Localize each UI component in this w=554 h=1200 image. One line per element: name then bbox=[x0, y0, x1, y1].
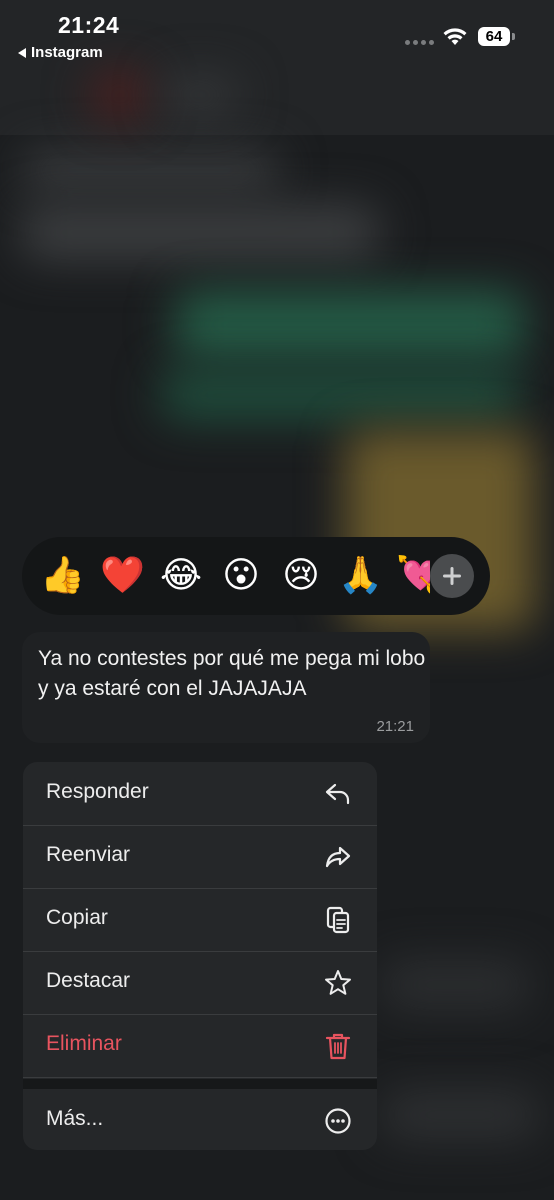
menu-item-forward[interactable]: Reenviar bbox=[23, 825, 377, 889]
back-arrow-icon bbox=[18, 47, 26, 58]
message-text: Ya no contestes por qué me pega mi lobo … bbox=[38, 647, 426, 700]
reaction-heart[interactable]: ❤️ bbox=[100, 553, 145, 597]
back-app-label: Instagram bbox=[31, 44, 103, 61]
reaction-crying[interactable]: 😢 bbox=[279, 553, 323, 597]
more-icon bbox=[325, 1108, 351, 1134]
menu-item-delete[interactable]: Eliminar bbox=[23, 1014, 377, 1078]
reaction-laughing[interactable]: 😂 bbox=[159, 553, 203, 597]
menu-item-reply[interactable]: Responder bbox=[23, 762, 377, 826]
blurred-bubble bbox=[20, 205, 380, 260]
trash-icon bbox=[325, 1033, 351, 1060]
menu-item-label: Reenviar bbox=[46, 843, 131, 866]
menu-item-more[interactable]: Más... bbox=[23, 1089, 377, 1150]
blurred-bubble bbox=[175, 290, 525, 360]
forward-icon bbox=[325, 846, 351, 868]
status-time: 21:24 bbox=[58, 12, 120, 38]
menu-item-label: Destacar bbox=[46, 969, 131, 992]
star-icon bbox=[325, 970, 351, 995]
message-bubble[interactable]: Ya no contestes por qué me pega mi lobo … bbox=[22, 632, 430, 743]
wifi-icon bbox=[443, 28, 467, 45]
cellular-signal-icon bbox=[405, 40, 434, 45]
battery-tip bbox=[512, 33, 515, 40]
blurred-bubble bbox=[380, 1090, 540, 1140]
message-context-menu: Responder Reenviar Copiar Destacar Elimi… bbox=[23, 762, 377, 1150]
menu-item-label: Eliminar bbox=[46, 1032, 122, 1055]
blurred-bubble bbox=[20, 150, 280, 190]
menu-item-label: Responder bbox=[46, 780, 149, 803]
copy-icon bbox=[326, 906, 350, 934]
message-timestamp: 21:21 bbox=[376, 718, 414, 735]
reaction-surprised[interactable]: 😮 bbox=[219, 553, 263, 597]
back-to-app-link[interactable]: Instagram bbox=[18, 44, 103, 61]
battery-indicator: 64 bbox=[478, 27, 510, 46]
blurred-bubble bbox=[380, 960, 530, 1010]
menu-item-label: Más... bbox=[46, 1107, 104, 1130]
reaction-pray[interactable]: 🙏 bbox=[338, 553, 383, 597]
menu-item-copy[interactable]: Copiar bbox=[23, 888, 377, 952]
plus-icon bbox=[443, 567, 461, 585]
reply-icon bbox=[325, 783, 350, 805]
menu-group-separator bbox=[23, 1079, 377, 1089]
reaction-thumbs-up[interactable]: 👍 bbox=[40, 553, 85, 597]
menu-item-label: Copiar bbox=[46, 906, 108, 929]
reaction-heart-arrow[interactable]: 💘 bbox=[396, 553, 430, 597]
more-reactions-button[interactable] bbox=[430, 554, 474, 598]
blurred-bubble bbox=[160, 370, 520, 420]
blurred-contact-name bbox=[160, 75, 240, 115]
blurred-avatar bbox=[90, 70, 150, 120]
menu-item-star[interactable]: Destacar bbox=[23, 951, 377, 1015]
